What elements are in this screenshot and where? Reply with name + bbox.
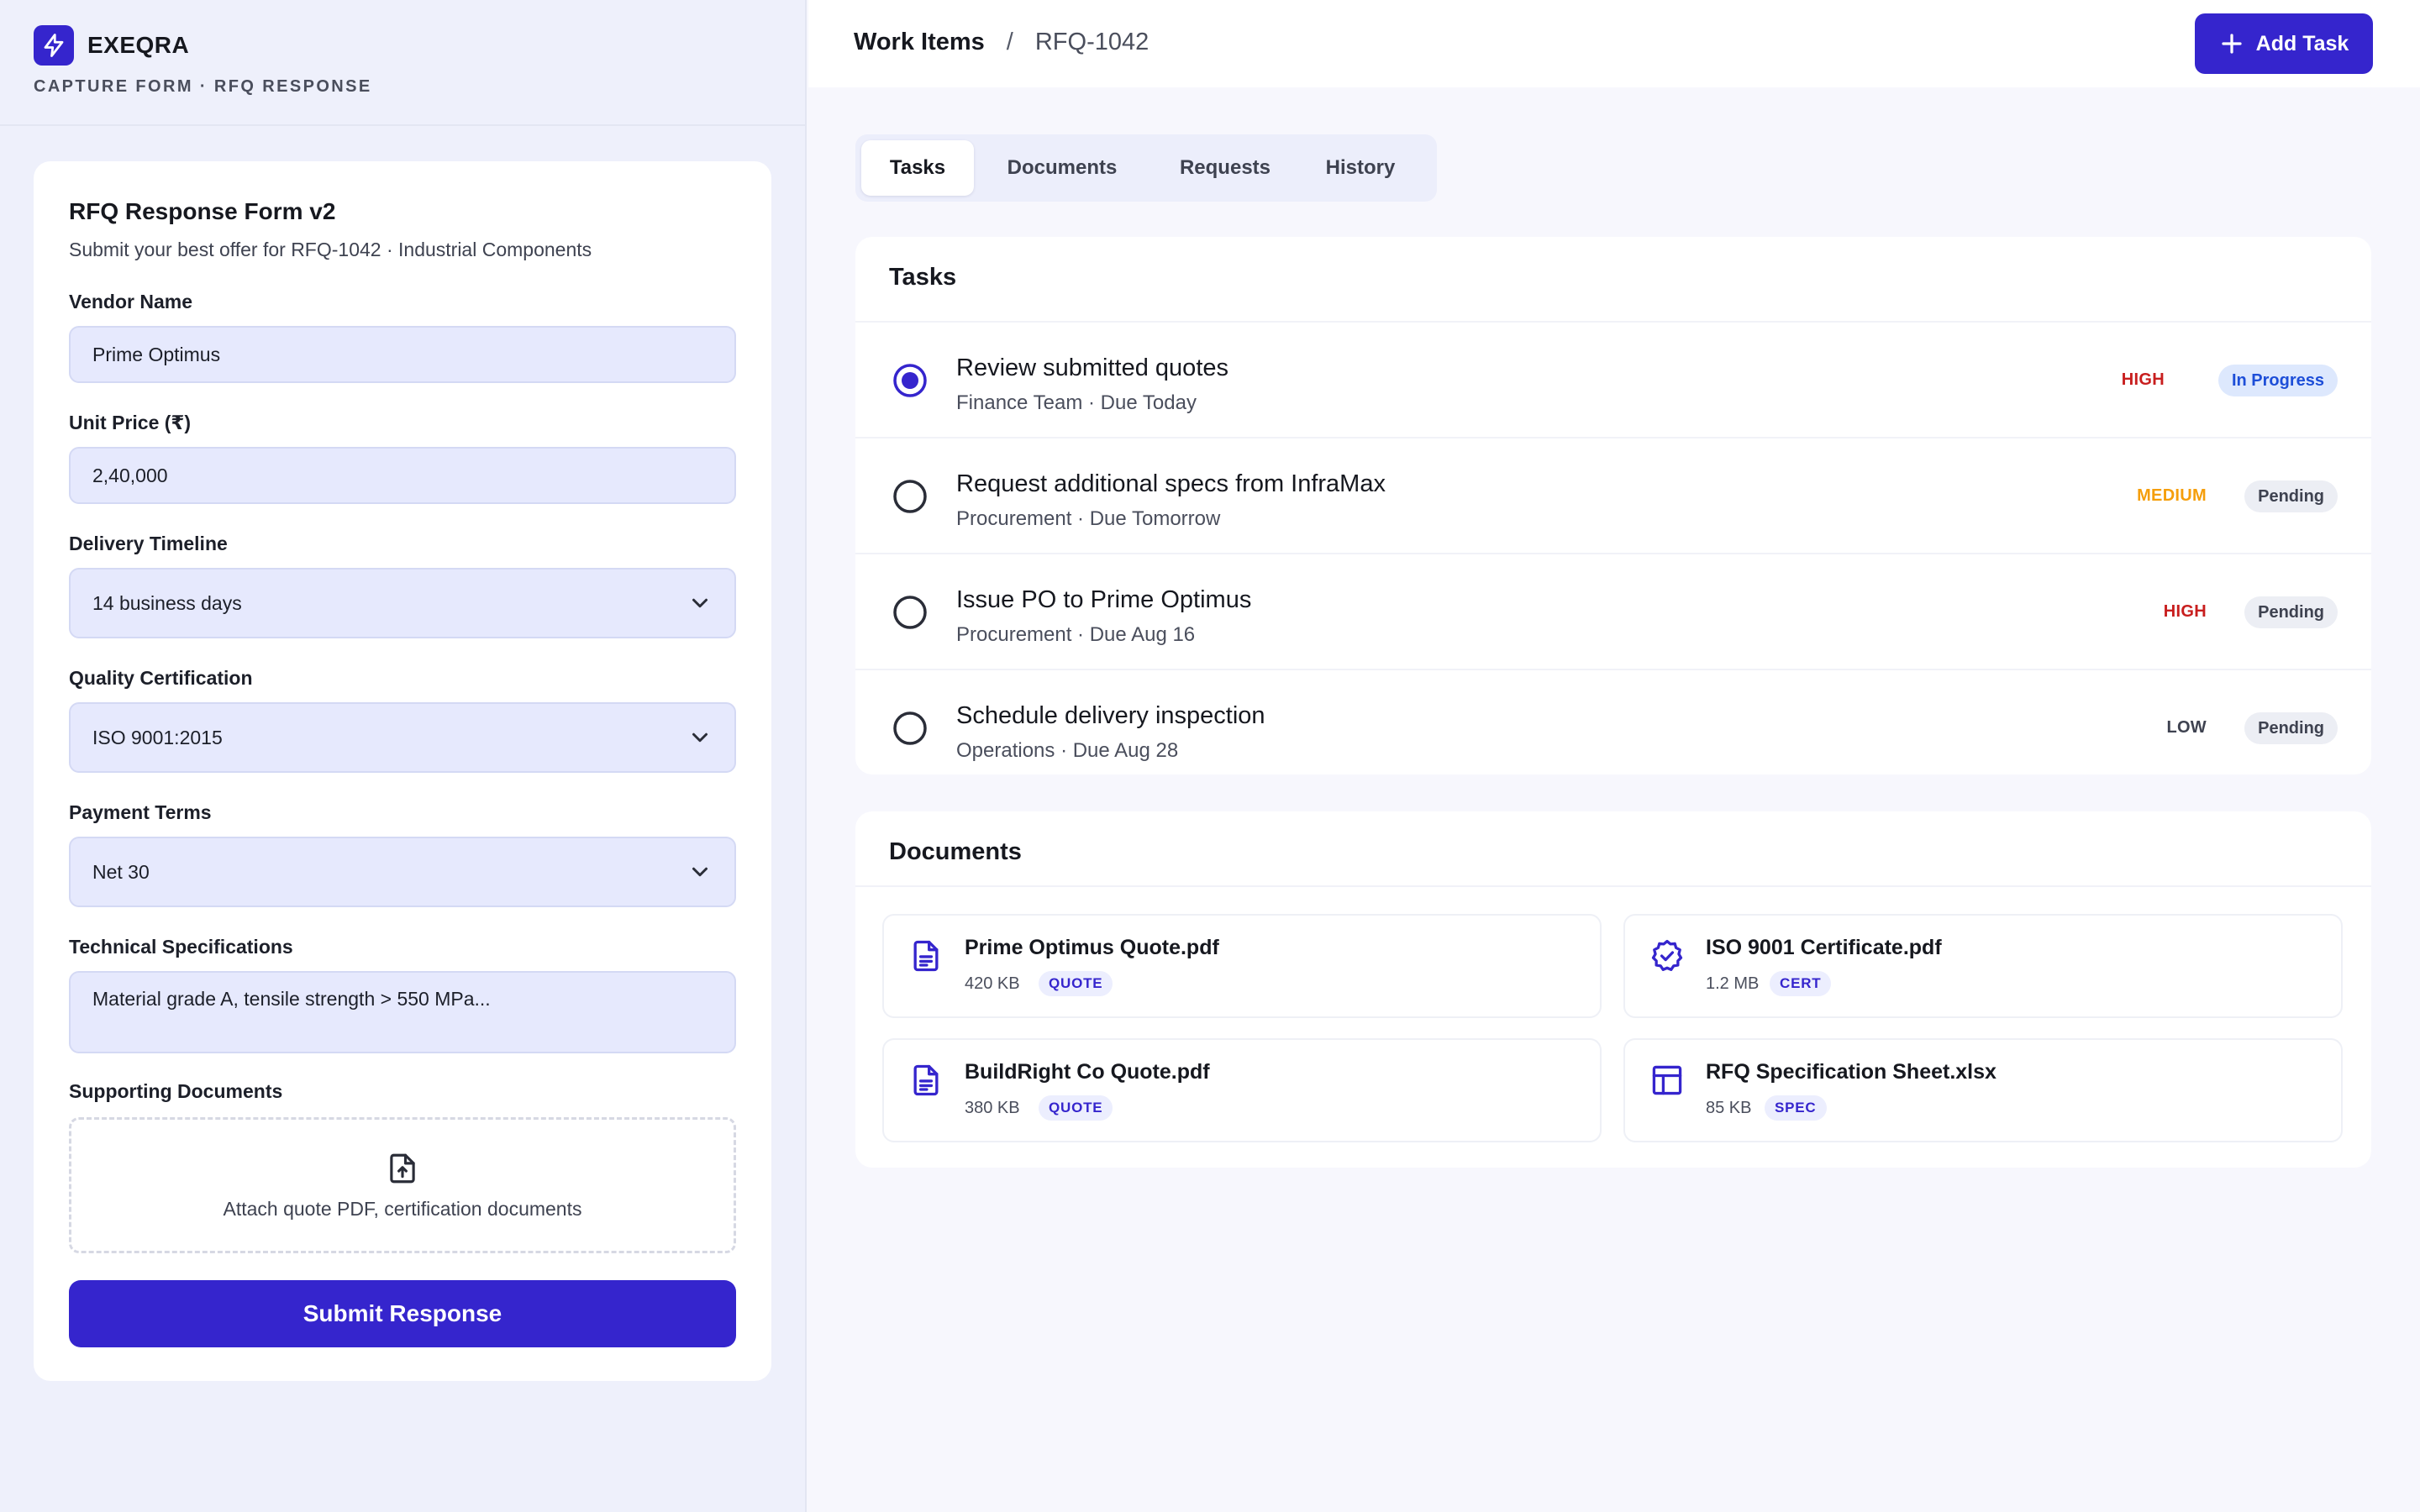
priority-label: LOW bbox=[2166, 718, 2207, 737]
task-row[interactable]: Request additional specs from InfraMax P… bbox=[855, 438, 2371, 554]
technical-specs-label: Technical Specifications bbox=[69, 936, 293, 958]
tab-requests[interactable]: Requests bbox=[1150, 140, 1300, 196]
document-name: Prime Optimus Quote.pdf bbox=[965, 936, 1219, 959]
certificate-badge-icon bbox=[1651, 939, 1683, 971]
status-badge: Pending bbox=[2244, 596, 2338, 628]
divider bbox=[0, 124, 805, 126]
task-title: Schedule delivery inspection bbox=[956, 702, 1265, 729]
quality-certification-select[interactable]: ISO 9001:2015 bbox=[69, 702, 736, 773]
technical-specs-textarea[interactable]: Material grade A, tensile strength > 550… bbox=[69, 971, 736, 1053]
top-bar: Work Items / RFQ-1042 Add Task bbox=[808, 0, 2420, 87]
priority-label: MEDIUM bbox=[2137, 486, 2207, 505]
dropzone-text: Attach quote PDF, certification document… bbox=[223, 1197, 582, 1220]
brand-name: EXEQRA bbox=[87, 32, 190, 58]
file-upload-icon bbox=[390, 1153, 415, 1183]
task-title: Issue PO to Prime Optimus bbox=[956, 586, 1252, 613]
divider bbox=[855, 885, 2371, 887]
document-item[interactable]: BuildRight Co Quote.pdf 380 KB QUOTE bbox=[882, 1038, 1602, 1142]
document-tag: QUOTE bbox=[1039, 1095, 1113, 1121]
breadcrumb-work-items[interactable]: Work Items bbox=[854, 29, 985, 56]
task-row[interactable]: Schedule delivery inspection Operations … bbox=[855, 670, 2371, 786]
document-item[interactable]: ISO 9001 Certificate.pdf 1.2 MB CERT bbox=[1623, 914, 2343, 1018]
add-task-button[interactable]: Add Task bbox=[2195, 13, 2373, 74]
document-icon bbox=[913, 940, 939, 972]
plus-icon bbox=[2222, 34, 2242, 54]
file-dropzone[interactable]: Attach quote PDF, certification document… bbox=[69, 1117, 736, 1253]
rfq-response-form: RFQ Response Form v2 Submit your best of… bbox=[34, 161, 771, 1381]
lightning-logo-icon bbox=[34, 25, 74, 66]
vendor-name-value: Prime Optimus bbox=[92, 343, 221, 365]
task-row[interactable]: Issue PO to Prime Optimus Procurement · … bbox=[855, 554, 2371, 670]
radio-selected-icon[interactable] bbox=[892, 363, 928, 398]
breadcrumb-separator: / bbox=[1006, 29, 1013, 55]
document-icon bbox=[913, 1064, 939, 1096]
submit-response-button[interactable]: Submit Response bbox=[69, 1280, 736, 1347]
documents-card: Documents Prime Optimus Quote.pdf 420 KB… bbox=[855, 811, 2371, 1168]
radio-unselected-icon[interactable] bbox=[892, 595, 928, 630]
task-meta: Procurement · Due Aug 16 bbox=[956, 623, 1196, 646]
task-meta: Finance Team · Due Today bbox=[956, 391, 1197, 414]
brand-subtitle: CAPTURE FORM · RFQ RESPONSE bbox=[34, 77, 372, 96]
task-meta: Procurement · Due Tomorrow bbox=[956, 507, 1221, 530]
tasks-card: Tasks Review submitted quotes Finance Te… bbox=[855, 237, 2371, 774]
unit-price-label: Unit Price (₹) bbox=[69, 412, 192, 433]
chevron-down-icon bbox=[692, 867, 708, 877]
vendor-name-input[interactable]: Prime Optimus bbox=[69, 326, 736, 383]
form-title: RFQ Response Form v2 bbox=[69, 198, 336, 224]
delivery-timeline-value: 14 business days bbox=[92, 591, 242, 614]
tab-history[interactable]: History bbox=[1300, 140, 1421, 196]
task-title: Request additional specs from InfraMax bbox=[956, 470, 1386, 497]
tab-documents[interactable]: Documents bbox=[974, 140, 1150, 196]
priority-label: HIGH bbox=[2121, 370, 2165, 389]
quality-certification-label: Quality Certification bbox=[69, 667, 253, 689]
unit-price-value: 2,40,000 bbox=[92, 464, 168, 486]
priority-label: HIGH bbox=[2163, 602, 2207, 621]
task-title: Review submitted quotes bbox=[956, 354, 1228, 381]
breadcrumb: Work Items / RFQ-1042 bbox=[854, 29, 1149, 56]
capture-form-panel: EXEQRA CAPTURE FORM · RFQ RESPONSE RFQ R… bbox=[0, 0, 807, 1512]
status-badge: Pending bbox=[2244, 480, 2338, 512]
document-size: 85 KB bbox=[1706, 1099, 1752, 1117]
spreadsheet-icon bbox=[1652, 1065, 1682, 1095]
document-size: 380 KB bbox=[965, 1099, 1020, 1117]
document-tag: QUOTE bbox=[1039, 971, 1113, 996]
payment-terms-label: Payment Terms bbox=[69, 801, 212, 823]
technical-specs-value: Material grade A, tensile strength > 550… bbox=[92, 988, 491, 1010]
add-task-label: Add Task bbox=[2255, 31, 2349, 55]
quality-certification-value: ISO 9001:2015 bbox=[92, 726, 223, 748]
brand: EXEQRA bbox=[34, 25, 189, 66]
task-meta: Operations · Due Aug 28 bbox=[956, 739, 1179, 762]
tab-bar: Tasks Documents Requests History bbox=[855, 134, 1437, 202]
chevron-down-icon bbox=[692, 598, 708, 608]
delivery-timeline-select[interactable]: 14 business days bbox=[69, 568, 736, 638]
document-name: ISO 9001 Certificate.pdf bbox=[1706, 936, 1942, 959]
tab-tasks[interactable]: Tasks bbox=[861, 140, 974, 196]
document-name: BuildRight Co Quote.pdf bbox=[965, 1060, 1210, 1084]
payment-terms-value: Net 30 bbox=[92, 860, 150, 883]
document-size: 1.2 MB bbox=[1706, 974, 1760, 993]
unit-price-input[interactable]: 2,40,000 bbox=[69, 447, 736, 504]
payment-terms-select[interactable]: Net 30 bbox=[69, 837, 736, 907]
supporting-documents-label: Supporting Documents bbox=[69, 1080, 283, 1102]
status-badge: In Progress bbox=[2217, 365, 2338, 396]
document-name: RFQ Specification Sheet.xlsx bbox=[1706, 1060, 1996, 1084]
document-item[interactable]: RFQ Specification Sheet.xlsx 85 KB SPEC bbox=[1623, 1038, 2343, 1142]
breadcrumb-current: RFQ-1042 bbox=[1034, 29, 1150, 55]
document-size: 420 KB bbox=[965, 974, 1020, 993]
vendor-name-label: Vendor Name bbox=[69, 291, 192, 312]
status-badge: Pending bbox=[2244, 712, 2338, 744]
task-row[interactable]: Review submitted quotes Finance Team · D… bbox=[855, 323, 2371, 438]
delivery-timeline-label: Delivery Timeline bbox=[69, 533, 228, 554]
chevron-down-icon bbox=[692, 732, 708, 743]
documents-card-title: Documents bbox=[889, 838, 1022, 865]
document-tag: CERT bbox=[1770, 971, 1832, 996]
form-description: Submit your best offer for RFQ-1042 · In… bbox=[69, 239, 592, 260]
tasks-card-title: Tasks bbox=[889, 264, 957, 291]
radio-unselected-icon[interactable] bbox=[892, 479, 928, 514]
radio-unselected-icon[interactable] bbox=[892, 711, 928, 746]
document-tag: SPEC bbox=[1765, 1095, 1827, 1121]
document-item[interactable]: Prime Optimus Quote.pdf 420 KB QUOTE bbox=[882, 914, 1602, 1018]
